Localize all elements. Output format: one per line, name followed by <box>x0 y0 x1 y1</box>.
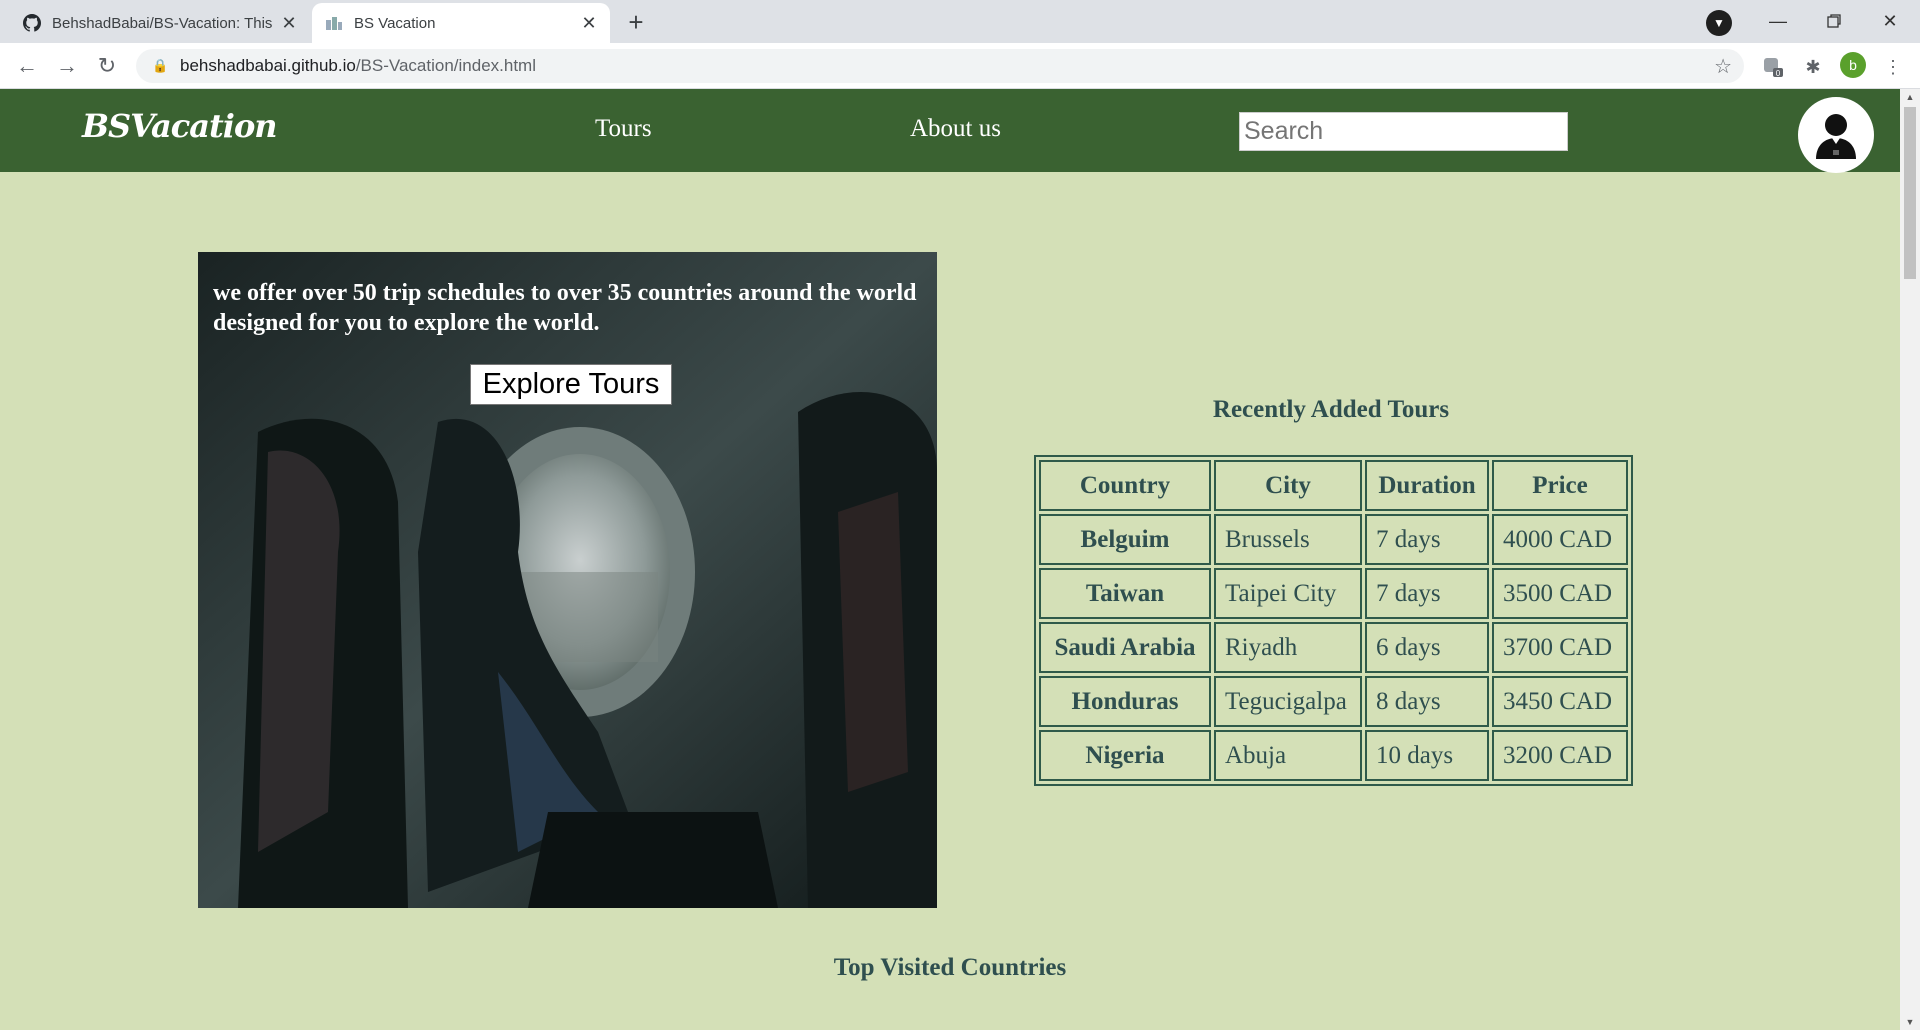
cell-country: Taiwan <box>1039 568 1211 619</box>
top-visited-title: Top Visited Countries <box>833 954 1067 981</box>
user-icon <box>1816 114 1856 159</box>
cell-price: 3450 CAD <box>1492 676 1628 727</box>
bookmark-star-icon[interactable]: ☆ <box>1714 54 1732 79</box>
puzzle-extensions-icon[interactable]: ✱ <box>1800 54 1826 80</box>
airplane-window-photo <box>198 252 937 908</box>
table-header-row: Country City Duration Price <box>1039 460 1628 511</box>
table-row: Saudi Arabia Riyadh 6 days 3700 CAD <box>1039 622 1628 673</box>
cell-duration: 10 days <box>1365 730 1489 781</box>
back-icon[interactable]: ← <box>12 51 42 81</box>
user-avatar[interactable] <box>1798 97 1874 173</box>
cell-country: Honduras <box>1039 676 1211 727</box>
header-country: Country <box>1039 460 1211 511</box>
site-navbar: BSVacation Tours About us <box>0 89 1900 173</box>
table-row: Belguim Brussels 7 days 4000 CAD <box>1039 514 1628 565</box>
url-host: behshadbabai.github.io <box>180 56 356 75</box>
cell-country: Belguim <box>1039 514 1211 565</box>
nav-tours-link[interactable]: Tours <box>595 115 652 143</box>
scroll-down-icon[interactable]: ▼ <box>1900 1014 1920 1030</box>
table-row: Nigeria Abuja 10 days 3200 CAD <box>1039 730 1628 781</box>
extension-badge: 0 <box>1776 69 1781 78</box>
cell-price: 3500 CAD <box>1492 568 1628 619</box>
cell-duration: 7 days <box>1365 514 1489 565</box>
table-row: Taiwan Taipei City 7 days 3500 CAD <box>1039 568 1628 619</box>
page-icon <box>324 13 344 33</box>
cell-duration: 8 days <box>1365 676 1489 727</box>
url-path: /BS-Vacation/index.html <box>355 56 536 75</box>
address-bar[interactable]: 🔒 behshadbabai.github.io/BS-Vacation/ind… <box>136 49 1744 83</box>
lock-icon: 🔒 <box>152 58 169 73</box>
cell-city: Abuja <box>1214 730 1362 781</box>
explore-tours-button[interactable]: Explore Tours <box>470 364 672 405</box>
hero-text: we offer over 50 trip schedules to over … <box>213 280 917 336</box>
cell-city: Riyadh <box>1214 622 1362 673</box>
cell-country: Saudi Arabia <box>1039 622 1211 673</box>
profile-avatar[interactable]: b <box>1840 52 1866 78</box>
reload-icon[interactable]: ↻ <box>92 51 122 81</box>
github-icon <box>22 13 42 33</box>
recent-tours-title: Recently Added Tours <box>1212 396 1450 423</box>
forward-icon[interactable]: → <box>52 51 82 81</box>
close-window-icon[interactable]: ✕ <box>1870 6 1910 36</box>
header-price: Price <box>1492 460 1628 511</box>
tab-bs-vacation[interactable]: BS Vacation ✕ <box>312 3 610 43</box>
header-duration: Duration <box>1365 460 1489 511</box>
browser-toolbar: ← → ↻ 🔒 behshadbabai.github.io/BS-Vacati… <box>0 43 1920 89</box>
close-icon[interactable]: ✕ <box>580 13 598 34</box>
tab-title: BehshadBabai/BS-Vacation: This <box>52 14 273 32</box>
browser-tab-bar: BehshadBabai/BS-Vacation: This ✕ BS Vaca… <box>0 0 1920 43</box>
cell-duration: 6 days <box>1365 622 1489 673</box>
hero-image: we offer over 50 trip schedules to over … <box>198 252 937 908</box>
menu-dots-icon[interactable]: ⋮ <box>1880 54 1906 80</box>
tab-github[interactable]: BehshadBabai/BS-Vacation: This ✕ <box>10 3 310 43</box>
cell-city: Tegucigalpa <box>1214 676 1362 727</box>
close-icon[interactable]: ✕ <box>280 13 298 34</box>
cell-price: 3200 CAD <box>1492 730 1628 781</box>
cell-price: 4000 CAD <box>1492 514 1628 565</box>
minimize-icon[interactable]: — <box>1758 6 1798 36</box>
cell-city: Brussels <box>1214 514 1362 565</box>
site-logo[interactable]: BSVacation <box>82 107 278 145</box>
extension-icon[interactable]: 0 <box>1760 54 1786 80</box>
new-tab-button[interactable]: + <box>620 6 652 38</box>
restore-icon[interactable] <box>1814 6 1854 36</box>
search-input[interactable] <box>1239 112 1568 151</box>
scroll-up-icon[interactable]: ▲ <box>1900 89 1920 105</box>
cell-city: Taipei City <box>1214 568 1362 619</box>
cell-price: 3700 CAD <box>1492 622 1628 673</box>
header-city: City <box>1214 460 1362 511</box>
cell-country: Nigeria <box>1039 730 1211 781</box>
recent-tours-table: Country City Duration Price Belguim Brus… <box>1034 455 1633 786</box>
table-row: Honduras Tegucigalpa 8 days 3450 CAD <box>1039 676 1628 727</box>
nav-about-link[interactable]: About us <box>910 115 1001 143</box>
tab-search-icon[interactable]: ▼ <box>1706 10 1732 36</box>
page-scrollbar[interactable]: ▲ ▼ <box>1900 89 1920 1030</box>
scroll-thumb[interactable] <box>1904 107 1916 279</box>
cell-duration: 7 days <box>1365 568 1489 619</box>
tab-title: BS Vacation <box>354 14 436 32</box>
